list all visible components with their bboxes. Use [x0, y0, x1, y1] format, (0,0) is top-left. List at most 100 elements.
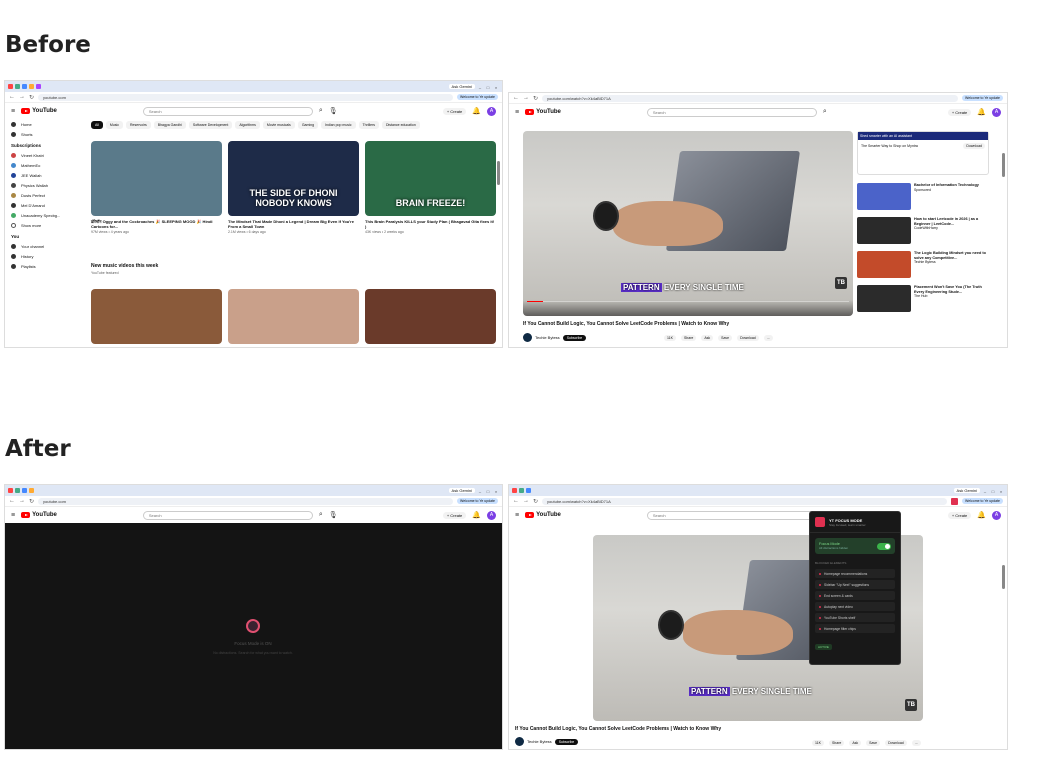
- video-title[interactable]: The Mindset That Made Dhoni a Legend | D…: [228, 219, 359, 229]
- music-video-thumbnail[interactable]: [365, 289, 496, 344]
- create-button[interactable]: + Create: [442, 107, 467, 115]
- subscribe-button[interactable]: Subscribe: [554, 738, 579, 745]
- create-button[interactable]: + Create: [947, 511, 972, 519]
- tab-favicon[interactable]: [29, 84, 34, 89]
- search-input[interactable]: Search: [646, 107, 817, 117]
- chip-1[interactable]: Music: [105, 121, 124, 129]
- sidebar-sub[interactable]: Physics Wallah: [5, 180, 85, 190]
- back-arrow-icon[interactable]: ←: [9, 498, 15, 504]
- action-button-1[interactable]: Share: [828, 740, 845, 746]
- search-icon[interactable]: ⌕: [319, 511, 323, 519]
- tab-favicon[interactable]: [8, 84, 13, 89]
- recommendation-thumbnail[interactable]: [857, 217, 911, 244]
- channel-avatar[interactable]: [523, 333, 532, 342]
- close-icon[interactable]: ×: [493, 489, 499, 494]
- maximize-icon[interactable]: □: [990, 489, 996, 494]
- recommendation-thumbnail[interactable]: [857, 285, 911, 312]
- back-arrow-icon[interactable]: ←: [513, 498, 519, 504]
- sidebar-sub[interactable]: Unacademy Specbg...: [5, 210, 85, 220]
- sidebar-sub[interactable]: Mel D'Amand: [5, 200, 85, 210]
- bell-icon[interactable]: 🔔: [977, 511, 986, 519]
- video-card[interactable]: डोरेमॉन Oggy and the Cockroaches 🎉 SLEEP…: [91, 141, 222, 234]
- channel-watermark[interactable]: TB: [905, 699, 917, 711]
- recommendation-item[interactable]: The Logic Building Mindset you need to s…: [857, 251, 989, 278]
- recommendation-title[interactable]: The Logic Building Mindset you need to s…: [914, 251, 989, 260]
- subscribe-button[interactable]: Subscribe: [562, 334, 587, 341]
- ask-gemini-button[interactable]: Ask Gemini: [448, 84, 475, 89]
- sidebar-item-playlists[interactable]: Playlists: [5, 261, 85, 271]
- channel-watermark[interactable]: TB: [835, 277, 847, 289]
- avatar[interactable]: A: [992, 510, 1001, 520]
- video-thumbnail[interactable]: BRAIN FREEZE!: [365, 141, 496, 216]
- recommendation-thumbnail[interactable]: [857, 251, 911, 278]
- action-button-3[interactable]: Save: [718, 335, 733, 341]
- youtube-logo[interactable]: YouTube: [21, 108, 57, 114]
- action-button-4[interactable]: Download: [737, 335, 759, 341]
- forward-arrow-icon[interactable]: →: [19, 498, 25, 504]
- action-button-2[interactable]: Ask: [701, 335, 714, 341]
- create-button[interactable]: + Create: [442, 511, 467, 519]
- url-input[interactable]: youtube.com/watch?v=Xk4aBlD71A: [542, 497, 948, 505]
- sidebar-item-shorts[interactable]: Shorts: [5, 129, 85, 139]
- tab-favicon[interactable]: [22, 488, 27, 493]
- video-player[interactable]: PATTERN EVERY SINGLE TIME TB: [523, 131, 853, 316]
- action-button-2[interactable]: Ask: [849, 740, 862, 746]
- reload-icon[interactable]: ↻: [533, 498, 538, 505]
- mic-icon[interactable]: 🎙: [329, 511, 338, 519]
- video-thumbnail[interactable]: [91, 141, 222, 216]
- chip-4[interactable]: Software Development: [188, 121, 233, 129]
- recommendation-item[interactable]: Bachelor of Information Technology Sponso…: [857, 183, 989, 210]
- profile-pill[interactable]: Welcome to Ye update: [457, 498, 498, 504]
- tab-favicon[interactable]: [526, 488, 531, 493]
- close-icon[interactable]: ×: [493, 85, 499, 90]
- avatar[interactable]: A: [487, 510, 496, 520]
- scrollbar[interactable]: [1002, 565, 1005, 589]
- chip-0[interactable]: All: [91, 121, 103, 129]
- sidebar-sub[interactable]: JEE Wallah: [5, 170, 85, 180]
- profile-pill[interactable]: Welcome to Ye update: [962, 498, 1003, 504]
- reload-icon[interactable]: ↻: [29, 94, 34, 101]
- ad-text[interactable]: The Smarter Way to Shop on Myntra: [861, 144, 918, 148]
- chip-3[interactable]: Bhagya Gandhi: [153, 121, 186, 129]
- youtube-logo[interactable]: YouTube: [21, 512, 57, 518]
- progress-bar[interactable]: [527, 300, 849, 302]
- recommendation-thumbnail[interactable]: [857, 183, 911, 210]
- chip-7[interactable]: Gaming: [297, 121, 319, 129]
- recommendation-item[interactable]: Placement Won't Save You (The Truth Ever…: [857, 285, 989, 312]
- tab-favicon[interactable]: [36, 84, 41, 89]
- video-thumbnail[interactable]: THE SIDE OF DHONI NOBODY KNOWS: [228, 141, 359, 216]
- action-button-5[interactable]: ...: [763, 335, 773, 341]
- profile-pill[interactable]: Welcome to Ye update: [457, 94, 498, 100]
- tab-favicon[interactable]: [29, 488, 34, 493]
- action-button-4[interactable]: Download: [885, 740, 907, 746]
- recommendation-title[interactable]: Placement Won't Save You (The Truth Ever…: [914, 285, 989, 294]
- scrollbar[interactable]: [1002, 153, 1005, 177]
- action-button-1[interactable]: Share: [680, 335, 697, 341]
- tab-favicon[interactable]: [8, 488, 13, 493]
- youtube-logo[interactable]: YouTube: [525, 109, 561, 115]
- video-card[interactable]: THE SIDE OF DHONI NOBODY KNOWS The Mindse…: [228, 141, 359, 234]
- channel-name[interactable]: Techie Bytess: [535, 335, 560, 340]
- sidebar-item-your-channel[interactable]: Your channel: [5, 241, 85, 251]
- sidebar-sub[interactable]: Dusts Perfect: [5, 190, 85, 200]
- channel-name[interactable]: Techie Bytess: [527, 739, 552, 744]
- video-title[interactable]: This Brain Paralysis KILLS your Study Pl…: [365, 219, 496, 229]
- mic-icon[interactable]: 🎙: [329, 107, 338, 115]
- bell-icon[interactable]: 🔔: [472, 511, 481, 519]
- tab-favicon[interactable]: [22, 84, 27, 89]
- focus-extension-icon[interactable]: [951, 497, 959, 505]
- channel-avatar[interactable]: [515, 737, 524, 746]
- chip-5[interactable]: Algorithms: [235, 121, 260, 129]
- back-arrow-icon[interactable]: ←: [513, 95, 519, 101]
- subscriptions-heading[interactable]: Subscriptions: [5, 139, 85, 150]
- video-title[interactable]: डोरेमॉन Oggy and the Cockroaches 🎉 SLEEP…: [91, 219, 222, 229]
- search-icon[interactable]: ⌕: [823, 108, 827, 116]
- menu-icon[interactable]: ≡: [515, 109, 519, 116]
- music-video-thumbnail[interactable]: [91, 289, 222, 344]
- menu-icon[interactable]: ≡: [11, 108, 15, 115]
- maximize-icon[interactable]: □: [485, 489, 491, 494]
- chip-8[interactable]: Indian pop music: [321, 121, 356, 129]
- ask-gemini-button[interactable]: Ask Gemini: [448, 488, 475, 493]
- sidebar-sub[interactable]: Vineet Khatri: [5, 150, 85, 160]
- video-card[interactable]: BRAIN FREEZE! This Brain Paralysis KILLS …: [365, 141, 496, 234]
